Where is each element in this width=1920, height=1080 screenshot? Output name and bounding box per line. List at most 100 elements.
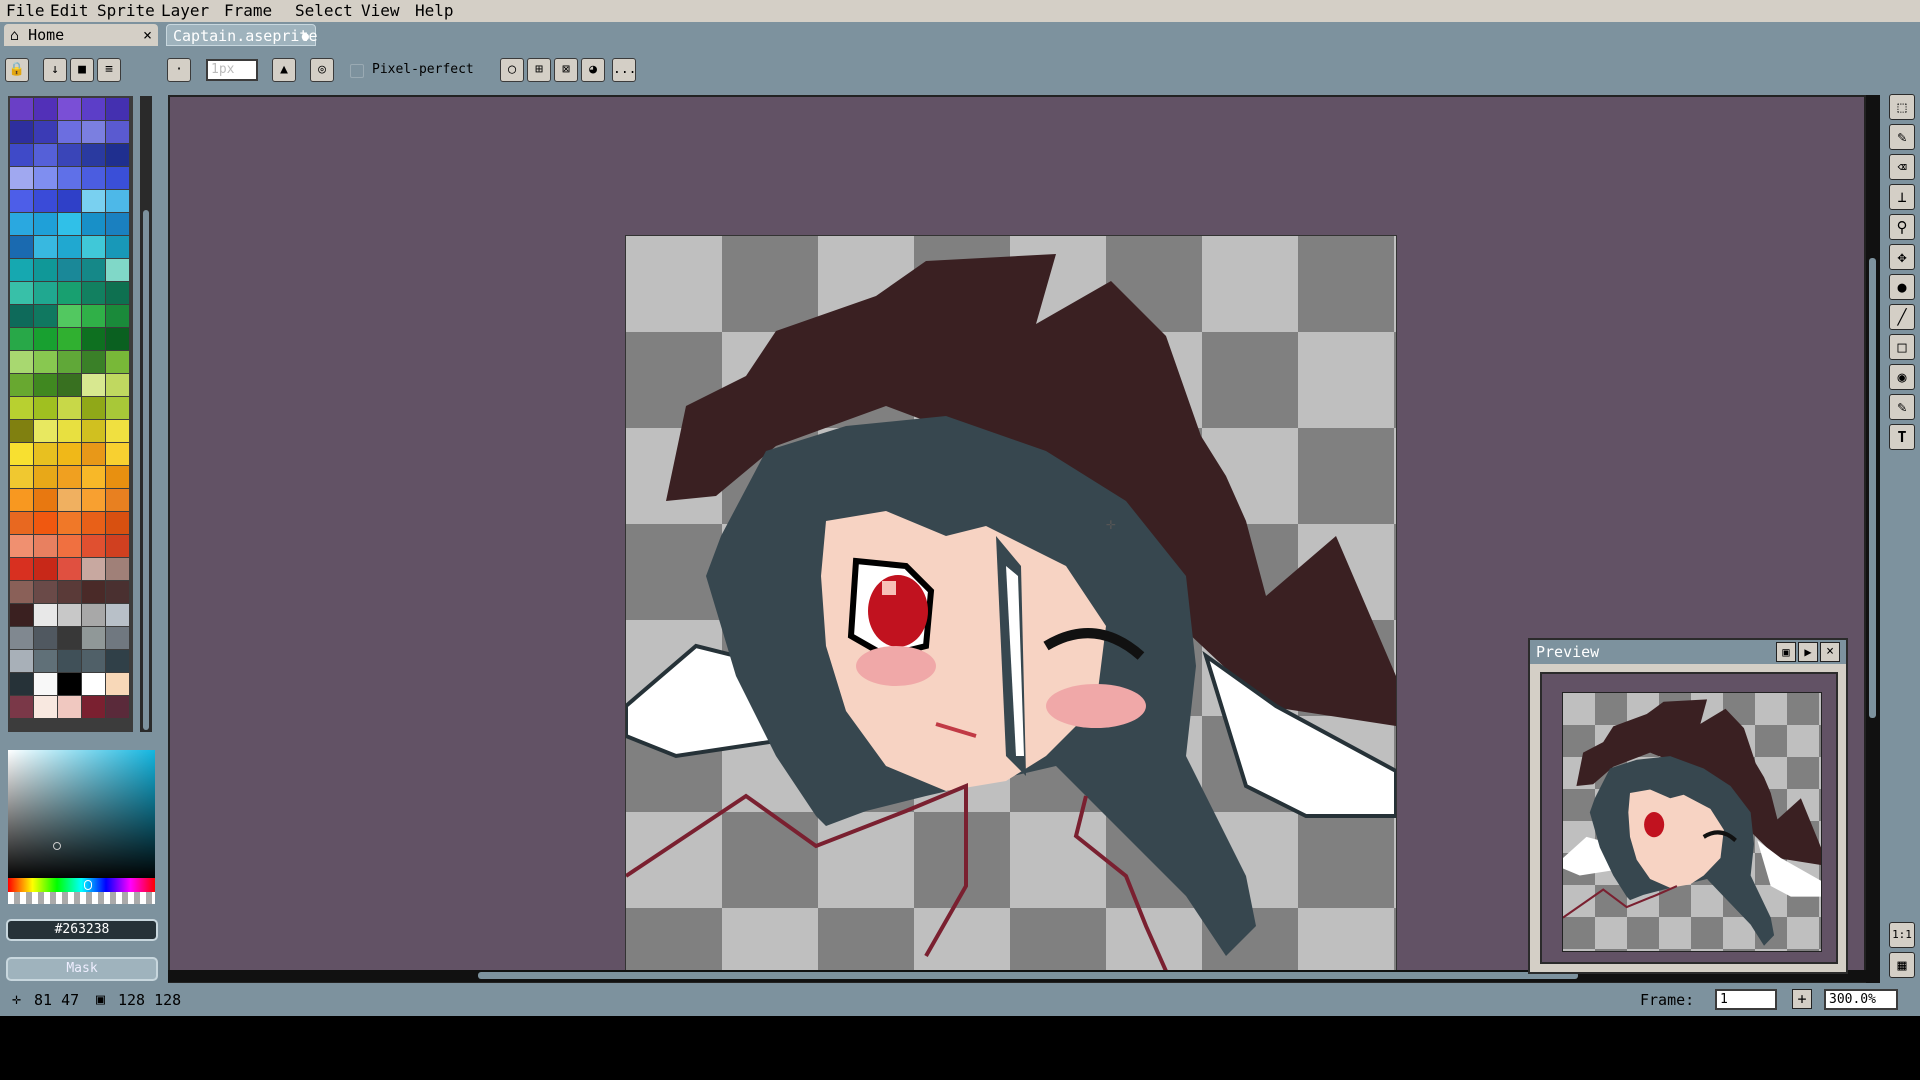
tab-document[interactable]: Captain.aseprite ●: [166, 24, 318, 46]
palette-swatch[interactable]: [34, 190, 57, 212]
palette-swatch[interactable]: [34, 167, 57, 189]
palette-swatch[interactable]: [58, 581, 81, 603]
palette-swatch[interactable]: [82, 696, 105, 718]
frame-input[interactable]: 1: [1715, 989, 1777, 1010]
menu-sprite[interactable]: Sprite: [97, 1, 155, 21]
more-options-button[interactable]: ...: [612, 58, 636, 82]
symmetry-icon[interactable]: ◯: [500, 58, 524, 82]
palette-swatch[interactable]: [106, 98, 129, 120]
palette-swatch[interactable]: [58, 673, 81, 695]
palette-swatch[interactable]: [106, 420, 129, 442]
hex-color-field[interactable]: #263238: [6, 919, 158, 941]
palette-swatch[interactable]: [106, 328, 129, 350]
palette-swatch[interactable]: [34, 512, 57, 534]
palette-swatch[interactable]: [82, 282, 105, 304]
palette-swatch[interactable]: [106, 581, 129, 603]
palette-swatch[interactable]: [10, 420, 33, 442]
palette-swatch[interactable]: [10, 604, 33, 626]
palette-swatch[interactable]: [34, 673, 57, 695]
rectangular-marquee-icon[interactable]: ⬚: [1889, 94, 1915, 120]
palette-swatch[interactable]: [82, 305, 105, 327]
palette-swatch[interactable]: [34, 627, 57, 649]
palette-swatch[interactable]: [10, 397, 33, 419]
palette-swatch[interactable]: [82, 489, 105, 511]
palette-swatch[interactable]: [10, 98, 33, 120]
hue-slider-handle[interactable]: [84, 880, 92, 890]
palette-swatch[interactable]: [82, 673, 105, 695]
palette-swatch[interactable]: [58, 443, 81, 465]
palette-swatch[interactable]: [82, 144, 105, 166]
palette-swatch[interactable]: [82, 443, 105, 465]
palette-swatch[interactable]: [106, 627, 129, 649]
hue-slider[interactable]: [8, 878, 155, 892]
palette-swatch[interactable]: [82, 167, 105, 189]
menu-frame[interactable]: Frame: [224, 1, 272, 21]
palette-swatch[interactable]: [82, 328, 105, 350]
palette-swatch[interactable]: [34, 213, 57, 235]
palette-swatch[interactable]: [106, 489, 129, 511]
palette-swatch[interactable]: [82, 650, 105, 672]
palette-swatch[interactable]: [106, 305, 129, 327]
palette-swatch[interactable]: [10, 650, 33, 672]
palette-swatch[interactable]: [58, 535, 81, 557]
palette-swatch[interactable]: [82, 558, 105, 580]
palette-swatch[interactable]: [10, 374, 33, 396]
pencil-icon[interactable]: ✎: [1889, 124, 1915, 150]
alpha-slider[interactable]: [8, 892, 155, 904]
vertical-scroll-thumb[interactable]: [1869, 258, 1876, 718]
eraser-icon[interactable]: ⌫: [1889, 154, 1915, 180]
palette-scroll-thumb[interactable]: [143, 210, 149, 730]
brush-type-icon[interactable]: ·: [167, 58, 191, 82]
horizontal-scroll-thumb[interactable]: [478, 972, 1578, 979]
palette-swatch[interactable]: [34, 696, 57, 718]
palette-swatch[interactable]: [106, 351, 129, 373]
palette-swatch[interactable]: [10, 282, 33, 304]
palette-swatch[interactable]: [34, 282, 57, 304]
mask-button[interactable]: Mask: [6, 957, 158, 981]
palette-swatch[interactable]: [10, 558, 33, 580]
menu-layer[interactable]: Layer: [161, 1, 209, 21]
palette-swatch[interactable]: [82, 466, 105, 488]
palette-swatch[interactable]: [10, 696, 33, 718]
palette-swatch[interactable]: [82, 259, 105, 281]
zoom-one-to-one-icon[interactable]: 1:1: [1889, 922, 1915, 948]
palette-swatch[interactable]: [82, 581, 105, 603]
smudge-icon[interactable]: ✎: [1889, 394, 1915, 420]
palette-swatch[interactable]: [10, 466, 33, 488]
palette-swatch[interactable]: [10, 627, 33, 649]
palette-swatch[interactable]: [10, 328, 33, 350]
horizontal-symmetry-icon[interactable]: ⊞: [527, 58, 551, 82]
palette-swatch[interactable]: [10, 259, 33, 281]
palette-swatch[interactable]: [58, 236, 81, 258]
palette-swatch[interactable]: [58, 305, 81, 327]
arrow-down-icon[interactable]: ↓: [43, 58, 67, 82]
palette-swatch[interactable]: [106, 397, 129, 419]
palette-swatch[interactable]: [58, 558, 81, 580]
brush-size-input[interactable]: 1px: [206, 59, 258, 81]
preview-title-bar[interactable]: Preview ▣ ▶ ×: [1530, 640, 1846, 664]
palette-swatch[interactable]: [82, 604, 105, 626]
dynamics-icon[interactable]: ◕: [581, 58, 605, 82]
menu-select[interactable]: Select: [295, 1, 353, 21]
palette-swatch[interactable]: [58, 98, 81, 120]
palette-swatch[interactable]: [58, 259, 81, 281]
add-frame-icon[interactable]: +: [1792, 989, 1812, 1009]
zoom-icon[interactable]: ⚲: [1889, 214, 1915, 240]
palette-swatch[interactable]: [58, 328, 81, 350]
palette-swatch[interactable]: [10, 512, 33, 534]
palette-swatch[interactable]: [82, 351, 105, 373]
close-icon[interactable]: ×: [143, 24, 152, 46]
palette-swatch[interactable]: [58, 650, 81, 672]
menu-lines-icon[interactable]: ≡: [97, 58, 121, 82]
palette-swatch[interactable]: [106, 190, 129, 212]
palette-swatch[interactable]: [106, 236, 129, 258]
menu-help[interactable]: Help: [415, 1, 454, 21]
palette-swatch[interactable]: [106, 213, 129, 235]
palette-swatch[interactable]: [82, 397, 105, 419]
palette-swatch[interactable]: [10, 144, 33, 166]
palette-swatch[interactable]: [106, 374, 129, 396]
palette-swatch[interactable]: [10, 305, 33, 327]
palette-swatch[interactable]: [58, 420, 81, 442]
rectangle-icon[interactable]: □: [1889, 334, 1915, 360]
palette-swatch[interactable]: [106, 696, 129, 718]
